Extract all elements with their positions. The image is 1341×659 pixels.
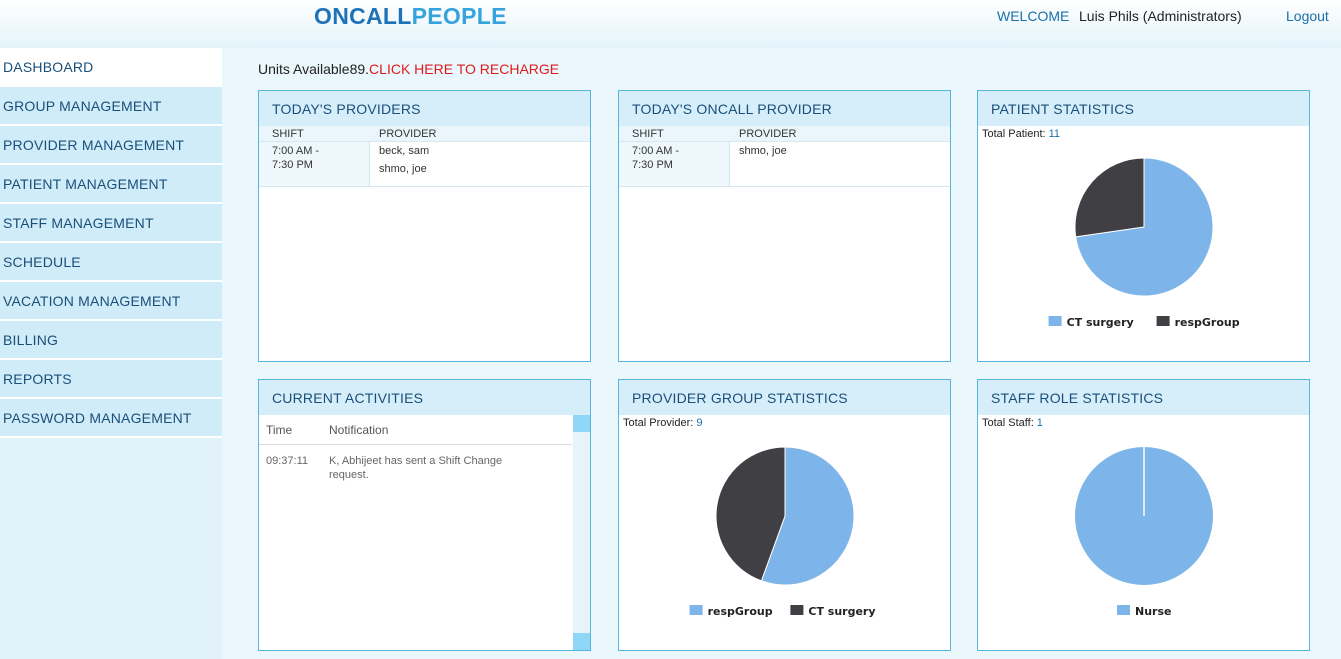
units-available: Units Available89.CLICK HERE TO RECHARGE bbox=[258, 61, 559, 77]
staff-role-pie-chart: Nurse bbox=[1075, 447, 1213, 618]
schedule-row: 7:00 AM - 7:30 PM shmo, joe bbox=[619, 141, 950, 187]
legend-label-nurse: Nurse bbox=[1135, 605, 1171, 618]
sidebar-item-patient-management[interactable]: PATIENT MANAGEMENT bbox=[0, 165, 222, 204]
schedule-header: SHIFT PROVIDER bbox=[259, 126, 590, 141]
recharge-link[interactable]: CLICK HERE TO RECHARGE bbox=[369, 61, 559, 77]
shift-start: 7:00 AM - bbox=[272, 145, 320, 157]
oncall-provider-panel: TODAY'S ONCALL PROVIDER SHIFT PROVIDER 7… bbox=[618, 90, 951, 362]
shift-column-header: SHIFT bbox=[632, 128, 664, 140]
schedule-row: 7:00 AM - 7:30 PM beck, sam shmo, joe bbox=[259, 141, 590, 187]
sidebar-item-dashboard[interactable]: DASHBOARD bbox=[0, 48, 222, 87]
sidebar-item-reports[interactable]: REPORTS bbox=[0, 360, 222, 399]
legend-label-respgroup: respGroup bbox=[708, 605, 773, 618]
legend-swatch-nurse bbox=[1117, 605, 1130, 615]
sidebar-item-provider-management[interactable]: PROVIDER MANAGEMENT bbox=[0, 126, 222, 165]
todays-providers-panel: TODAY'S PROVIDERS SHIFT PROVIDER 7:00 AM… bbox=[258, 90, 591, 362]
legend-label-ct-surgery: CT surgery bbox=[1067, 316, 1134, 329]
shift-end: 7:30 PM bbox=[272, 159, 313, 171]
sidebar-item-staff-management[interactable]: STAFF MANAGEMENT bbox=[0, 204, 222, 243]
logo: ONCALLPEOPLE bbox=[314, 3, 507, 30]
units-available-label: Units Available89. bbox=[258, 61, 370, 77]
panel-title: STAFF ROLE STATISTICS bbox=[978, 380, 1309, 415]
staff-role-statistics-panel: STAFF ROLE STATISTICS Total Staff: 1 Nurs… bbox=[977, 379, 1310, 651]
provider-column-header: PROVIDER bbox=[739, 128, 797, 140]
legend-label-ct-surgery: CT surgery bbox=[808, 605, 875, 618]
provider-name: beck, sam bbox=[379, 145, 430, 157]
scroll-down-button[interactable] bbox=[573, 633, 590, 650]
provider-cell: beck, sam shmo, joe bbox=[370, 142, 429, 186]
activity-notification: K, Abhijeet has sent a Shift Change requ… bbox=[329, 455, 503, 481]
welcome-label: WELCOME bbox=[997, 8, 1070, 24]
current-activities-panel: CURRENT ACTIVITIES Time Notification 09:… bbox=[258, 379, 591, 651]
provider-name: shmo, joe bbox=[379, 163, 427, 175]
legend-swatch-ct-surgery bbox=[790, 605, 804, 615]
patient-statistics-panel: PATIENT STATISTICS Total Patient: 11 CT s… bbox=[977, 90, 1310, 362]
patient-pie-chart: CT surgery respGroup bbox=[1048, 157, 1240, 329]
logo-part-people: PEOPLE bbox=[411, 3, 507, 29]
legend-label-respgroup: respGroup bbox=[1175, 316, 1240, 329]
shift-cell: 7:00 AM - 7:30 PM bbox=[619, 142, 730, 186]
user-name: Luis Phils (Administrators) bbox=[1079, 8, 1242, 24]
sidebar-item-password-management[interactable]: PASSWORD MANAGEMENT bbox=[0, 399, 222, 438]
scroll-up-button[interactable] bbox=[573, 415, 590, 432]
shift-column-header: SHIFT bbox=[272, 128, 304, 140]
sidebar-item-group-management[interactable]: GROUP MANAGEMENT bbox=[0, 87, 222, 126]
notification-column-header: Notification bbox=[329, 423, 389, 437]
panel-title: TODAY'S PROVIDERS bbox=[259, 91, 590, 126]
sidebar-item-vacation-management[interactable]: VACATION MANAGEMENT bbox=[0, 282, 222, 321]
legend-swatch-respgroup bbox=[1156, 316, 1170, 326]
sidebar: DASHBOARD GROUP MANAGEMENT PROVIDER MANA… bbox=[0, 48, 222, 659]
shift-end: 7:30 PM bbox=[632, 159, 673, 171]
panel-title: CURRENT ACTIVITIES bbox=[259, 380, 590, 415]
provider-column-header: PROVIDER bbox=[379, 128, 437, 140]
shift-cell: 7:00 AM - 7:30 PM bbox=[259, 142, 370, 186]
pie-slice-respgroup bbox=[1074, 157, 1145, 238]
sidebar-item-schedule[interactable]: SCHEDULE bbox=[0, 243, 222, 282]
activity-time: 09:37:11 bbox=[266, 455, 309, 467]
panel-title: PROVIDER GROUP STATISTICS bbox=[619, 380, 950, 415]
time-column-header: Time bbox=[266, 423, 293, 437]
logo-part-oncall: ONCALL bbox=[314, 3, 412, 29]
provider-group-pie-chart: respGroup CT surgery bbox=[689, 446, 876, 618]
legend-swatch-respgroup bbox=[689, 605, 703, 615]
panel-title: PATIENT STATISTICS bbox=[978, 91, 1309, 126]
panel-title: TODAY'S ONCALL PROVIDER bbox=[619, 91, 950, 126]
header: ONCALLPEOPLE WELCOME Luis Phils (Adminis… bbox=[0, 0, 1341, 48]
activities-scrollbar[interactable] bbox=[573, 415, 590, 650]
logout-link[interactable]: Logout bbox=[1286, 8, 1329, 24]
provider-group-statistics-panel: PROVIDER GROUP STATISTICS Total Provider… bbox=[618, 379, 951, 651]
legend-swatch-ct-surgery bbox=[1048, 316, 1062, 326]
shift-start: 7:00 AM - bbox=[632, 145, 680, 157]
sidebar-item-billing[interactable]: BILLING bbox=[0, 321, 222, 360]
schedule-header: SHIFT PROVIDER bbox=[619, 126, 950, 141]
provider-name: shmo, joe bbox=[739, 145, 787, 157]
activity-row[interactable]: 09:37:11 K, Abhijeet has sent a Shift Ch… bbox=[259, 445, 572, 482]
activities-header: Time Notification bbox=[259, 415, 572, 445]
provider-cell: shmo, joe bbox=[730, 142, 787, 186]
